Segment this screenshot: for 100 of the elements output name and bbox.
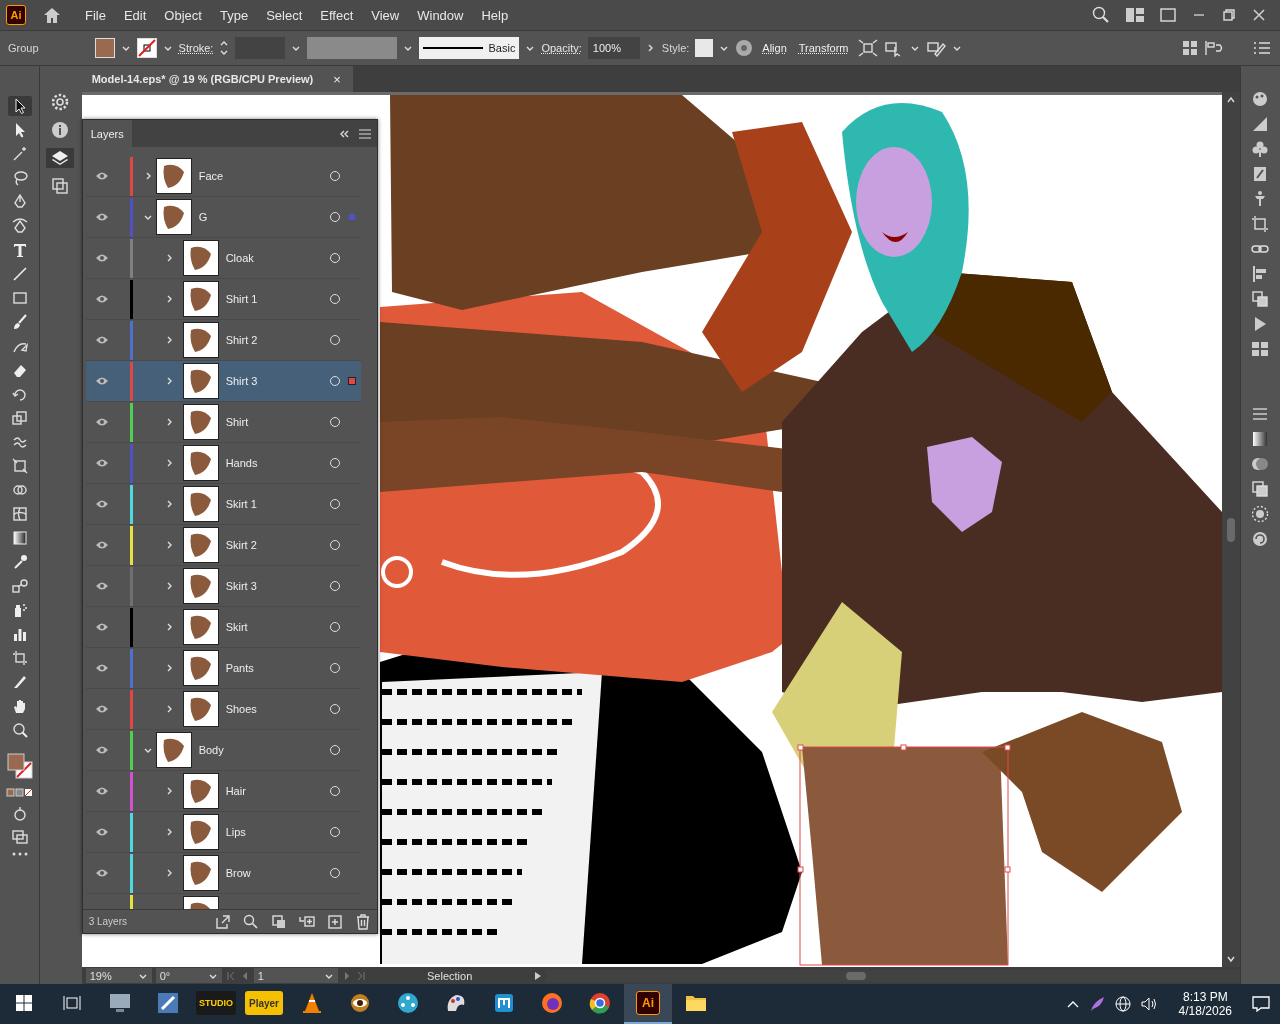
eye-icon[interactable] xyxy=(94,335,109,345)
trash-icon[interactable] xyxy=(354,913,371,930)
eye-icon[interactable] xyxy=(94,499,109,509)
pencil-square-icon[interactable] xyxy=(925,39,946,57)
menu-item[interactable]: Object xyxy=(155,3,211,27)
last-page-icon[interactable] xyxy=(355,970,366,981)
menu-item[interactable]: Select xyxy=(257,3,312,27)
layer-row[interactable]: Hair xyxy=(85,771,361,812)
layer-name[interactable]: Shirt 2 xyxy=(225,334,330,346)
eye-icon[interactable] xyxy=(94,581,109,591)
fill-swatch[interactable] xyxy=(94,38,115,58)
panel-button[interactable] xyxy=(46,148,74,168)
refresh-circle-icon[interactable] xyxy=(1251,530,1270,548)
eye-icon[interactable] xyxy=(94,622,109,632)
search-icon[interactable] xyxy=(242,913,259,930)
layer-row[interactable]: Shoes xyxy=(85,689,361,730)
gradient-ramp-icon[interactable] xyxy=(1251,115,1270,133)
palette-icon[interactable] xyxy=(1251,90,1270,108)
zoom-dropdown[interactable]: 19% xyxy=(85,968,152,983)
first-page-icon[interactable] xyxy=(225,970,236,981)
eye-icon[interactable] xyxy=(94,212,109,222)
color-mode-icon[interactable] xyxy=(5,788,34,798)
club-icon[interactable] xyxy=(1251,140,1270,158)
horizontal-scrollbar[interactable] xyxy=(545,969,1240,982)
opacity-label[interactable]: Opacity: xyxy=(541,42,582,54)
eye-icon[interactable] xyxy=(94,663,109,673)
layer-row[interactable]: Skirt xyxy=(85,607,361,648)
layer-row[interactable]: Body xyxy=(85,730,361,771)
layer-name[interactable]: Shirt xyxy=(225,416,330,428)
layer-name[interactable]: Hands xyxy=(225,457,330,469)
scroll-up-icon[interactable] xyxy=(1225,96,1236,104)
chevron-up-icon[interactable] xyxy=(1066,999,1079,1009)
layer-name[interactable]: Shirt 3 xyxy=(225,375,330,387)
draw-mode-icon[interactable] xyxy=(11,806,28,822)
opacity-field[interactable]: 100% xyxy=(587,37,640,59)
artboard-dropdown[interactable]: 1 xyxy=(253,968,338,983)
layer-name[interactable]: Pants xyxy=(225,662,330,674)
layer-name[interactable]: Body xyxy=(198,744,330,756)
menu-item[interactable]: Help xyxy=(472,3,518,27)
search-icon[interactable] xyxy=(1092,6,1110,24)
layer-row[interactable]: Shirt xyxy=(85,402,361,443)
restore-icon[interactable] xyxy=(1222,8,1236,22)
menu-item[interactable]: Effect xyxy=(311,3,363,27)
clock[interactable]: 8:13 PM 4/18/2026 xyxy=(1178,990,1232,1018)
eye-icon[interactable] xyxy=(94,704,109,714)
more-tools-icon[interactable] xyxy=(11,852,28,856)
home-icon[interactable] xyxy=(42,6,62,24)
app-logo[interactable]: Ai xyxy=(6,5,26,25)
menu-item[interactable]: Type xyxy=(210,3,258,27)
eye-icon[interactable] xyxy=(94,294,109,304)
grid-arrange-icon[interactable] xyxy=(1182,40,1198,56)
layer-name[interactable]: Face xyxy=(198,170,330,182)
sun-icon[interactable] xyxy=(1251,505,1270,523)
taskbar-app[interactable]: Player xyxy=(240,984,288,1024)
brush-definition-field[interactable]: Basic xyxy=(419,37,520,59)
notification-icon[interactable] xyxy=(1252,995,1270,1013)
selection-indicator[interactable] xyxy=(347,377,356,385)
tool-button[interactable] xyxy=(7,96,32,116)
panel-link[interactable]: Align xyxy=(759,42,790,54)
eye-icon[interactable] xyxy=(94,417,109,427)
new-layer-icon[interactable] xyxy=(326,913,343,930)
panel-menu-icon[interactable] xyxy=(358,128,371,139)
taskbar-app[interactable]: STUDIO xyxy=(192,984,240,1024)
gradient-square-icon[interactable] xyxy=(1251,430,1270,448)
appearance-icon[interactable] xyxy=(1251,480,1270,498)
menu-item[interactable]: View xyxy=(362,3,409,27)
window-panel-icon[interactable] xyxy=(1160,8,1176,22)
eye-icon[interactable] xyxy=(94,458,109,468)
layer-name[interactable]: Lips xyxy=(225,826,330,838)
eye-icon[interactable] xyxy=(94,868,109,878)
layer-row[interactable]: Brow xyxy=(85,853,361,894)
menu-item[interactable]: Edit xyxy=(114,3,156,27)
tab-close-button[interactable]: × xyxy=(331,71,343,87)
scroll-down-icon[interactable] xyxy=(1225,955,1236,963)
speaker-icon[interactable] xyxy=(1140,996,1159,1012)
eye-icon[interactable] xyxy=(94,745,109,755)
layer-row[interactable]: Face xyxy=(85,156,361,197)
menu-item[interactable]: Window xyxy=(408,3,473,27)
selection-bounding-box[interactable] xyxy=(797,744,1011,966)
new-sublayer-icon[interactable] xyxy=(298,913,315,930)
layer-row[interactable]: G xyxy=(85,197,361,238)
crop-marks-icon[interactable] xyxy=(1251,215,1270,233)
eye-icon[interactable] xyxy=(94,786,109,796)
layer-row[interactable]: Shirt 3 xyxy=(85,361,361,402)
layer-name[interactable]: G xyxy=(198,211,330,223)
workspace-layout-icon[interactable] xyxy=(1126,8,1144,22)
layer-row[interactable]: Pants xyxy=(85,648,361,689)
layer-row[interactable]: Hands xyxy=(85,443,361,484)
play-icon[interactable] xyxy=(533,970,542,981)
clipping-mask-icon[interactable] xyxy=(270,913,287,930)
scrollbar-thumb[interactable] xyxy=(845,971,866,980)
layer-row[interactable]: Lips xyxy=(85,812,361,853)
layer-name[interactable]: Skirt 2 xyxy=(225,539,330,551)
rotation-dropdown[interactable]: 0° xyxy=(155,968,222,983)
transparency-icon[interactable] xyxy=(1251,455,1270,473)
export-icon[interactable] xyxy=(214,913,231,930)
shrink-arrows-icon[interactable] xyxy=(857,39,878,57)
panel-tab[interactable]: Layers xyxy=(82,120,132,147)
color-wheel-icon[interactable] xyxy=(735,39,754,57)
layer-name[interactable]: Shoes xyxy=(225,703,330,715)
